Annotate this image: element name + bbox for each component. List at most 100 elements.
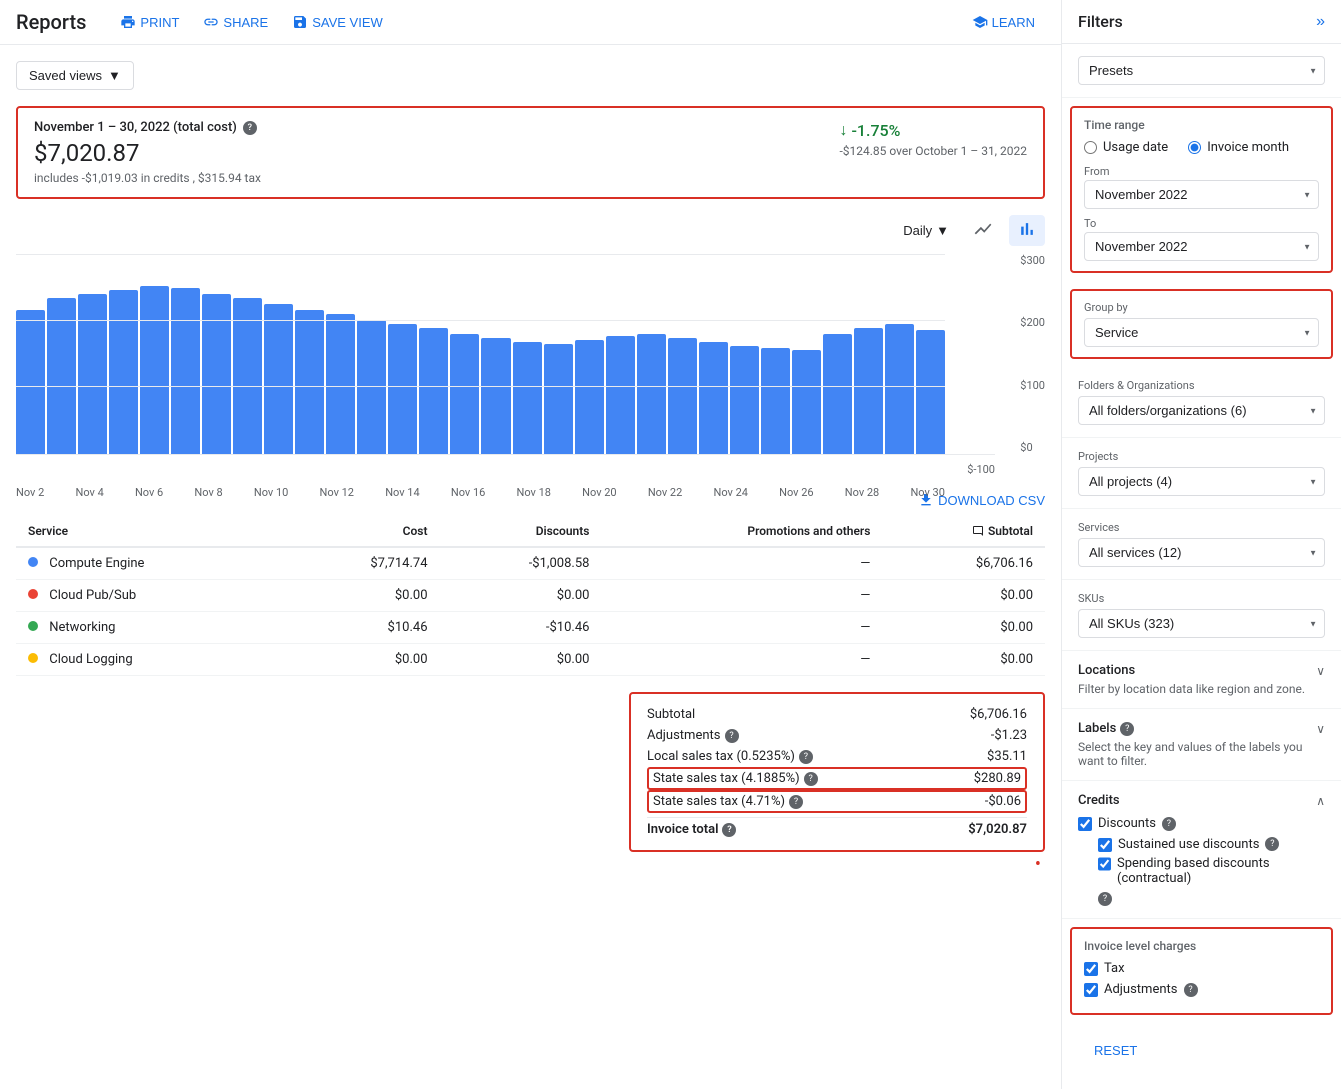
content-area: Saved views ▼ November 1 – 30, 2022 (tot…: [0, 45, 1061, 1089]
bar-4[interactable]: [109, 290, 138, 454]
bar-2[interactable]: [47, 298, 76, 454]
bar-7[interactable]: [202, 294, 231, 454]
local-tax-label: Local sales tax (0.5235%) ?: [647, 749, 813, 764]
bar-20[interactable]: [606, 336, 635, 454]
labels-title-row: Labels ?: [1078, 721, 1134, 736]
summary-includes: includes -$1,019.03 in credits , $315.94…: [34, 171, 799, 185]
credits-chevron-icon[interactable]: ∧: [1316, 794, 1325, 808]
filters-title: Filters: [1078, 12, 1123, 31]
bar-18[interactable]: [544, 344, 573, 454]
y-label-200: $200: [1020, 316, 1045, 329]
spending-based-help-icon[interactable]: ?: [1098, 892, 1112, 906]
group-by-select[interactable]: Service: [1084, 318, 1319, 347]
bar-1[interactable]: [16, 310, 45, 454]
bar-16[interactable]: [481, 338, 510, 454]
bar-15[interactable]: [450, 334, 479, 454]
page-title: Reports: [16, 10, 86, 34]
locations-chevron-icon[interactable]: ∨: [1316, 664, 1325, 678]
discounts-help-icon[interactable]: ?: [1162, 817, 1176, 831]
bar-10[interactable]: [295, 310, 324, 454]
bar-26[interactable]: [792, 350, 821, 454]
bar-29[interactable]: [885, 324, 914, 454]
discount-cell-4: $0.00: [440, 644, 602, 676]
bar-14[interactable]: [419, 328, 448, 454]
save-view-button[interactable]: SAVE VIEW: [282, 8, 393, 36]
summary-vs: -$124.85 over October 1 – 31, 2022: [839, 144, 1027, 158]
from-field: From November 2022: [1084, 165, 1319, 209]
presets-select[interactable]: Presets: [1078, 56, 1325, 85]
bar-6[interactable]: [171, 288, 200, 454]
bar-5[interactable]: [140, 286, 169, 454]
bar-28[interactable]: [854, 328, 883, 454]
discounts-checkbox[interactable]: [1078, 817, 1092, 831]
locations-section: Locations ∨ Filter by location data like…: [1062, 651, 1341, 709]
bar-19[interactable]: [575, 340, 604, 454]
period-help-icon[interactable]: ?: [243, 121, 257, 135]
main-content: Reports PRINT SHARE SAVE VIEW LEARN Save…: [0, 0, 1061, 1089]
adjustments-checkbox[interactable]: [1084, 983, 1098, 997]
state-tax2-help-icon[interactable]: ?: [789, 795, 803, 809]
folders-select-wrapper: All folders/organizations (6): [1078, 396, 1325, 425]
bar-22[interactable]: [668, 338, 697, 454]
reset-button[interactable]: RESET: [1078, 1035, 1325, 1066]
service-dot-4: [28, 653, 38, 663]
bar-17[interactable]: [513, 342, 542, 454]
bar-9[interactable]: [264, 304, 293, 454]
invoice-month-radio[interactable]: [1188, 141, 1201, 154]
labels-help-icon[interactable]: ?: [1120, 722, 1134, 736]
sustained-use-checkbox[interactable]: [1098, 838, 1112, 852]
bar-27[interactable]: [823, 334, 852, 454]
locations-desc: Filter by location data like region and …: [1078, 682, 1325, 696]
from-select[interactable]: November 2022: [1084, 180, 1319, 209]
share-button[interactable]: SHARE: [193, 8, 278, 36]
bar-chart-btn[interactable]: [1009, 215, 1045, 246]
summary-change: ↓ -1.75%: [839, 120, 900, 140]
bar-11[interactable]: [326, 314, 355, 454]
folders-select[interactable]: All folders/organizations (6): [1078, 396, 1325, 425]
collapse-filters-button[interactable]: »: [1316, 13, 1325, 31]
skus-select[interactable]: All SKUs (323): [1078, 609, 1325, 638]
adjustments-filter-help-icon[interactable]: ?: [1184, 983, 1198, 997]
presets-select-wrapper: Presets: [1078, 56, 1325, 85]
invoice-month-option[interactable]: Invoice month: [1188, 140, 1289, 155]
adjustments-help-icon[interactable]: ?: [725, 729, 739, 743]
adjustments-value: -$1.23: [991, 728, 1027, 743]
spending-based-checkbox[interactable]: [1098, 857, 1111, 871]
usage-date-option[interactable]: Usage date: [1084, 140, 1168, 155]
service-cell: Cloud Logging: [16, 644, 284, 676]
saved-views-dropdown[interactable]: Saved views ▼: [16, 61, 134, 90]
time-range-label: Time range: [1084, 118, 1319, 132]
subtotal-value: $6,706.16: [970, 707, 1027, 722]
bar-13[interactable]: [388, 324, 417, 454]
learn-button[interactable]: LEARN: [962, 8, 1045, 36]
bar-8[interactable]: [233, 298, 262, 454]
group-by-section: Group by Service: [1070, 289, 1333, 359]
state-tax1-help-icon[interactable]: ?: [804, 772, 818, 786]
folders-label: Folders & Organizations: [1078, 379, 1325, 392]
invoice-total-help-icon[interactable]: ?: [722, 823, 736, 837]
sustained-use-help-icon[interactable]: ?: [1265, 837, 1279, 851]
bar-25[interactable]: [761, 348, 790, 454]
line-chart-btn[interactable]: [965, 215, 1001, 246]
x-labels: Nov 2 Nov 4 Nov 6 Nov 8 Nov 10 Nov 12 No…: [16, 486, 995, 499]
print-button[interactable]: PRINT: [110, 8, 189, 36]
services-select[interactable]: All services (12): [1078, 538, 1325, 567]
from-select-wrapper: November 2022: [1084, 180, 1319, 209]
table-row: Compute Engine $7,714.74 -$1,008.58 — $6…: [16, 547, 1045, 580]
table-row: Cloud Pub/Sub $0.00 $0.00 — $0.00: [16, 580, 1045, 612]
labels-chevron-icon[interactable]: ∨: [1316, 722, 1325, 736]
to-select-wrapper: November 2022: [1084, 232, 1319, 261]
skus-select-wrapper: All SKUs (323): [1078, 609, 1325, 638]
tax-checkbox[interactable]: [1084, 962, 1098, 976]
bar-30[interactable]: [916, 330, 945, 454]
local-tax-help-icon[interactable]: ?: [799, 750, 813, 764]
projects-select[interactable]: All projects (4): [1078, 467, 1325, 496]
bar-21[interactable]: [637, 334, 666, 454]
to-select[interactable]: November 2022: [1084, 232, 1319, 261]
bar-24[interactable]: [730, 346, 759, 454]
bar-23[interactable]: [699, 342, 728, 454]
usage-date-radio[interactable]: [1084, 141, 1097, 154]
daily-selector[interactable]: Daily ▼: [895, 219, 957, 242]
bar-12[interactable]: [357, 320, 386, 454]
bar-3[interactable]: [78, 294, 107, 454]
